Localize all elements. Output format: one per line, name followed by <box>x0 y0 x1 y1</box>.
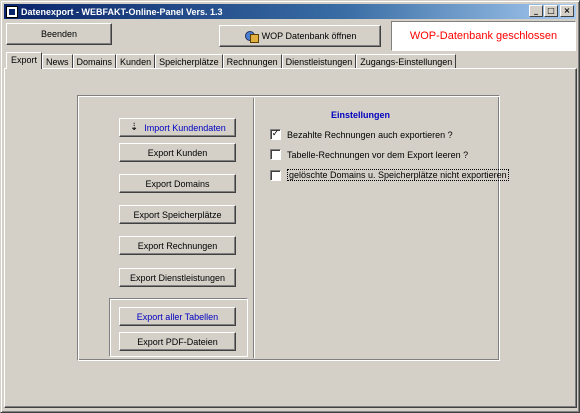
export-all-tables-button[interactable]: Export aller Tabellen <box>119 307 236 326</box>
tab-export[interactable]: Export <box>6 52 43 69</box>
option-skip-deleted-domains[interactable]: gelöschte Domains u. Speicherplätze nich… <box>270 169 509 181</box>
panel-divider <box>253 98 255 358</box>
export-services-button[interactable]: Export Dienstleistungen <box>119 268 236 287</box>
settings-title: Einstellungen <box>331 110 391 120</box>
quit-button[interactable]: Beenden <box>6 23 112 45</box>
open-database-button[interactable]: WOP Datenbank öffnen <box>219 25 381 47</box>
option-clear-invoice-table[interactable]: Tabelle-Rechnungen vor dem Export leeren… <box>270 149 468 160</box>
database-icon <box>244 30 259 43</box>
export-pdf-button[interactable]: Export PDF-Dateien <box>119 332 236 351</box>
checkbox[interactable] <box>270 149 281 160</box>
tab-kunden[interactable]: Kunden <box>116 54 156 69</box>
option-label: gelöschte Domains u. Speicherplätze nich… <box>287 169 509 181</box>
tab-bar: Export News Domains Kunden Speicherplätz… <box>6 52 457 69</box>
main-window: Datenexport - WEBFAKT-Online-Panel Vers.… <box>0 0 580 413</box>
title-bar[interactable]: Datenexport - WEBFAKT-Online-Panel Vers.… <box>4 4 576 19</box>
app-icon <box>6 5 18 18</box>
maximize-button[interactable]: □ <box>544 5 558 17</box>
option-export-paid-invoices[interactable]: ✓ Bezahlte Rechnungen auch exportieren ? <box>270 129 453 140</box>
export-domains-button[interactable]: Export Domains <box>119 174 236 193</box>
export-storage-button[interactable]: Export Speicherplätze <box>119 205 236 224</box>
database-status: WOP-Datenbank geschlossen <box>391 21 576 51</box>
tab-dienstleistungen[interactable]: Dienstleistungen <box>281 54 357 69</box>
checkbox[interactable] <box>270 169 281 181</box>
import-customers-button[interactable]: ⇣ Import Kundendaten <box>119 118 236 137</box>
tab-news[interactable]: News <box>42 54 73 69</box>
tab-rechnungen[interactable]: Rechnungen <box>222 54 282 69</box>
import-customers-label: Import Kundendaten <box>144 122 226 133</box>
import-icon: ⇣ <box>130 122 139 133</box>
minimize-button[interactable]: _ <box>529 5 543 17</box>
close-button[interactable]: × <box>560 5 574 17</box>
export-invoices-button[interactable]: Export Rechnungen <box>119 236 236 255</box>
option-label: Bezahlte Rechnungen auch exportieren ? <box>287 129 453 140</box>
checkbox[interactable]: ✓ <box>270 129 281 140</box>
tab-zugangs-einstellungen[interactable]: Zugangs-Einstellungen <box>356 54 457 69</box>
export-customers-button[interactable]: Export Kunden <box>119 143 236 162</box>
option-label: Tabelle-Rechnungen vor dem Export leeren… <box>287 149 469 160</box>
tab-domains[interactable]: Domains <box>72 54 117 69</box>
tab-speicherplaetze[interactable]: Speicherplätze <box>155 54 223 69</box>
window-title: Datenexport - WEBFAKT-Online-Panel Vers.… <box>21 6 223 17</box>
open-database-label: WOP Datenbank öffnen <box>261 31 357 41</box>
